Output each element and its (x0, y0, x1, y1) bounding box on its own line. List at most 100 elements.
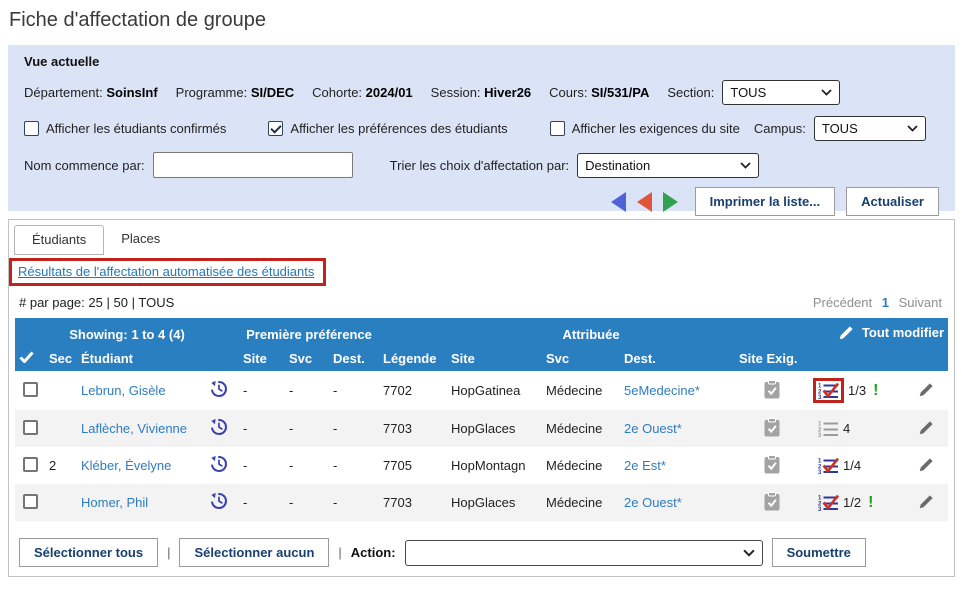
clipboard-check-icon (764, 492, 780, 511)
panel-title: Vue actuelle (24, 54, 939, 69)
show-confirmed-checkbox[interactable]: Afficher les étudiants confirmés (24, 121, 226, 136)
per-page-50[interactable]: 50 (114, 295, 128, 310)
history-icon[interactable] (209, 379, 229, 399)
chevron-down-icon (740, 162, 751, 169)
tab-etudiants[interactable]: Étudiants (14, 225, 104, 255)
edit-pencil-icon[interactable] (918, 381, 935, 398)
svg-text:3: 3 (818, 507, 822, 511)
per-page-control: # par page: 25 | 50 | TOUS (19, 295, 174, 310)
show-preferences-checkbox[interactable]: Afficher les préférences des étudiants (268, 121, 507, 136)
clipboard-check-icon (764, 418, 780, 437)
chevron-down-icon (743, 549, 755, 557)
student-link[interactable]: Lebrun, Gisèle (81, 383, 166, 398)
col-asgn-svc: Svc (542, 346, 620, 371)
svg-text:3: 3 (818, 433, 822, 437)
col-asgn-dest: Dest. (620, 346, 735, 371)
edit-all-header[interactable]: Tout modifier (809, 318, 948, 346)
table-group-header-row: Showing: 1 to 4 (4) Première préférence … (15, 318, 948, 346)
assigned-dest-link[interactable]: 2e Est* (624, 458, 666, 473)
session-field: Session: Hiver26 (431, 85, 531, 100)
table-row: Homer, Phil - - - 7703 HopGlaces Médecin… (15, 484, 948, 521)
col-legend: Légende (379, 346, 447, 371)
departement-field: Département: SoinsInf (24, 85, 158, 100)
name-filter-input[interactable] (153, 152, 353, 178)
student-link[interactable]: Kléber, Évelyne (81, 458, 171, 473)
table-row: Lebrun, Gisèle - - - 7702 HopGatinea Méd… (15, 371, 948, 410)
per-page-all[interactable]: TOUS (138, 295, 174, 310)
show-site-requirements-checkbox[interactable]: Afficher les exigences du site (550, 121, 740, 136)
nav-back-red-arrow-icon[interactable] (637, 192, 652, 212)
page-title: Fiche d'affectation de groupe (9, 9, 969, 32)
choices-ratio: 1/3 (848, 383, 866, 398)
pagination-previous[interactable]: Précédent (813, 295, 872, 310)
col-site-req: Site Exig. (735, 346, 809, 371)
student-link[interactable]: Laflèche, Vivienne (81, 421, 187, 436)
campus-select[interactable]: TOUS (814, 116, 926, 141)
sort-select[interactable]: Destination (577, 153, 759, 178)
pagination: Précédent 1 Suivant (813, 295, 942, 310)
checkbox-icon[interactable] (24, 121, 39, 136)
row-checkbox[interactable] (23, 494, 38, 509)
panel-actions-row: Imprimer la liste... Actualiser (24, 187, 939, 216)
submit-button[interactable]: Soumettre (772, 538, 866, 567)
programme-field: Programme: SI/DEC (176, 85, 295, 100)
col-pref-dest: Dest. (329, 346, 379, 371)
auto-assignment-results-link[interactable]: Résultats de l'affectation automatisée d… (18, 264, 314, 279)
clipboard-check-icon (764, 455, 780, 474)
col-sec: Sec (45, 346, 77, 371)
edit-pencil-icon[interactable] (918, 419, 935, 436)
pagination-next[interactable]: Suivant (899, 295, 942, 310)
table-row: 2 Kléber, Évelyne - - - 7705 HopMontagn … (15, 447, 948, 484)
action-select[interactable] (405, 540, 763, 566)
select-none-button[interactable]: Sélectionner aucun (179, 538, 329, 567)
choices-ratio: 4 (843, 421, 850, 436)
row-checkbox[interactable] (23, 382, 38, 397)
chevron-down-icon (907, 125, 918, 132)
showing-count: Showing: 1 to 4 (4) (15, 318, 239, 346)
cours-field: Cours: SI/531/PA (549, 85, 649, 100)
col-pref-site: Site (239, 346, 285, 371)
sort-label: Trier les choix d'affectation par: (390, 158, 570, 173)
section-label: Section: (667, 85, 714, 100)
col-asgn-site: Site (447, 346, 542, 371)
list-controls-row: # par page: 25 | 50 | TOUS Précédent 1 S… (19, 295, 942, 310)
row-checkbox[interactable] (23, 457, 38, 472)
history-icon[interactable] (209, 491, 229, 511)
print-list-button[interactable]: Imprimer la liste... (695, 187, 836, 216)
context-info-row: Département: SoinsInf Programme: SI/DEC … (24, 80, 939, 105)
tab-places[interactable]: Places (104, 225, 177, 255)
alert-exclamation-icon: ! (873, 382, 878, 400)
section-select[interactable]: TOUS (722, 80, 840, 105)
student-link[interactable]: Homer, Phil (81, 495, 148, 510)
assigned-dest-link[interactable]: 2e Ouest* (624, 495, 682, 510)
assigned-dest-link[interactable]: 2e Ouest* (624, 421, 682, 436)
table-column-header-row: Sec Étudiant Site Svc Dest. Légende Site… (15, 346, 948, 371)
assigned-dest-link[interactable]: 5eMedecine* (624, 383, 700, 398)
edit-pencil-icon[interactable] (918, 456, 935, 473)
refresh-button[interactable]: Actualiser (846, 187, 939, 216)
checkbox-icon[interactable] (268, 121, 283, 136)
bulk-actions-row: Sélectionner tous | Sélectionner aucun |… (19, 538, 944, 567)
select-all-check-icon[interactable] (15, 346, 45, 371)
checkbox-icon[interactable] (550, 121, 565, 136)
col-pref-svc: Svc (285, 346, 329, 371)
ordered-list-checked-icon: 123 (818, 457, 839, 474)
nav-forward-green-arrow-icon[interactable] (663, 192, 678, 212)
annotation-red-box: Résultats de l'affectation automatisée d… (9, 258, 326, 286)
chevron-down-icon (821, 89, 832, 96)
col-student: Étudiant (77, 346, 205, 371)
pagination-current-page[interactable]: 1 (882, 295, 889, 310)
select-all-button[interactable]: Sélectionner tous (19, 538, 158, 567)
students-table: Showing: 1 to 4 (4) Première préférence … (15, 318, 948, 521)
current-view-panel: Vue actuelle Département: SoinsInf Progr… (8, 45, 955, 211)
nav-back-blue-arrow-icon[interactable] (611, 192, 626, 212)
row-checkbox[interactable] (23, 420, 38, 435)
history-icon[interactable] (209, 454, 229, 474)
per-page-25[interactable]: 25 (88, 295, 102, 310)
annotation-red-box: 123 (813, 378, 844, 403)
svg-text:3: 3 (818, 395, 822, 399)
history-icon[interactable] (209, 417, 229, 437)
edit-pencil-icon[interactable] (918, 493, 935, 510)
choices-ratio: 1/2 (843, 495, 861, 510)
tab-strip: Étudiants Places (9, 220, 954, 255)
